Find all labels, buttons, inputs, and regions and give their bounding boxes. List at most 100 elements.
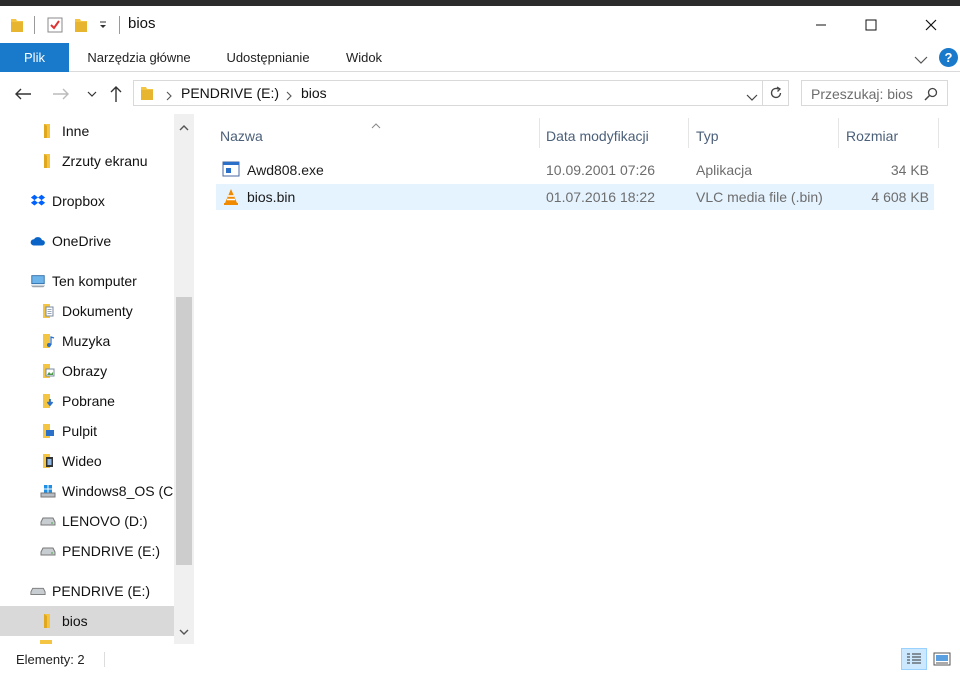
desktop-folder-icon: [40, 423, 56, 439]
back-arrow-icon[interactable]: [11, 82, 35, 106]
nav-item-label: Dropbox: [52, 193, 105, 209]
nav-item-downloads[interactable]: Pobrane: [0, 386, 174, 416]
nav-item-drive-c[interactable]: Windows8_OS (C: [0, 476, 174, 506]
column-header-size[interactable]: Rozmiar: [840, 118, 938, 154]
details-view-icon[interactable]: [901, 648, 927, 670]
nav-item-label: LENOVO (D:): [62, 513, 148, 529]
file-date: 10.09.2001 07:26: [546, 162, 655, 178]
scroll-up-icon[interactable]: [174, 117, 194, 137]
nav-item-videos[interactable]: Wideo: [0, 446, 174, 476]
folder-icon: [10, 15, 24, 35]
nav-item-label: Ten komputer: [52, 273, 137, 289]
nav-item-drive-d[interactable]: LENOVO (D:): [0, 506, 174, 536]
address-toolbar: PENDRIVE (E:) bios Przeszukaj: bios: [0, 72, 960, 114]
help-icon[interactable]: ?: [939, 48, 958, 67]
new-folder-icon[interactable]: [74, 15, 88, 35]
navigation-pane: Inne Zrzuty ekranu Dropbox OneDrive Ten …: [0, 114, 194, 644]
windows-drive-icon: [40, 483, 56, 499]
file-date: 01.07.2016 18:22: [546, 189, 655, 205]
breadcrumb-separator-icon[interactable]: [166, 88, 172, 104]
search-icon[interactable]: [924, 87, 938, 104]
dropbox-icon: [30, 193, 46, 209]
file-name[interactable]: bios.bin: [247, 189, 295, 205]
scroll-down-icon[interactable]: [174, 622, 194, 642]
nav-item-label: Obrazy: [62, 363, 108, 379]
nav-item-documents[interactable]: Dokumenty: [0, 296, 174, 326]
nav-item-pendrive-root[interactable]: PENDRIVE (E:): [0, 576, 174, 606]
close-icon[interactable]: [906, 6, 956, 43]
search-box[interactable]: Przeszukaj: bios: [801, 80, 948, 106]
address-bar[interactable]: PENDRIVE (E:) bios: [133, 80, 763, 106]
tab-view[interactable]: Widok: [336, 43, 392, 72]
large-icons-view-icon[interactable]: [929, 648, 955, 670]
expand-ribbon-chevron-icon[interactable]: [914, 52, 928, 68]
tab-share[interactable]: Udostępnianie: [218, 43, 318, 72]
breadcrumb-pendrive[interactable]: PENDRIVE (E:): [181, 85, 279, 101]
column-divider[interactable]: [938, 118, 939, 148]
table-row[interactable]: Awd808.exe 10.09.2001 07:26 Aplikacja 34…: [216, 157, 934, 183]
nav-item-label: bios: [62, 613, 88, 629]
file-list: Nazwa Data modyfikacji Typ Rozmiar Awd80…: [194, 114, 960, 644]
forward-arrow-icon[interactable]: [49, 82, 73, 106]
pictures-folder-icon: [40, 363, 56, 379]
music-folder-icon: [40, 333, 56, 349]
nav-item-this-pc[interactable]: Ten komputer: [0, 266, 174, 296]
computer-icon: [30, 273, 46, 289]
properties-icon[interactable]: [46, 15, 64, 35]
minimize-icon[interactable]: [796, 6, 846, 43]
tab-file[interactable]: Plik: [0, 43, 69, 72]
status-bar: Elementy: 2: [0, 644, 960, 673]
breadcrumb-bios[interactable]: bios: [301, 85, 327, 101]
column-divider[interactable]: [838, 118, 839, 148]
folder-icon: [40, 123, 56, 139]
search-input[interactable]: Przeszukaj: bios: [811, 86, 913, 102]
title-separator: [34, 16, 35, 34]
column-header-name[interactable]: Nazwa: [214, 118, 540, 154]
nav-item-bios[interactable]: bios: [0, 606, 174, 636]
nav-item-label: Dokumenty: [62, 303, 133, 319]
file-type: Aplikacja: [696, 162, 753, 178]
nav-item-label: Muzyka: [62, 333, 111, 349]
status-separator: [104, 652, 105, 667]
nav-item-pictures[interactable]: Obrazy: [0, 356, 174, 386]
nav-scrollbar[interactable]: [174, 114, 194, 644]
nav-item-screenshots[interactable]: Zrzuty ekranu: [0, 146, 174, 176]
nav-item-music[interactable]: Muzyka: [0, 326, 174, 356]
nav-item-label: PENDRIVE (E:): [62, 543, 161, 559]
nav-item-drive-e[interactable]: PENDRIVE (E:): [0, 536, 174, 566]
column-header-type[interactable]: Typ: [690, 118, 836, 154]
nav-item-label: Pulpit: [62, 423, 98, 439]
nav-item-desktop[interactable]: Pulpit: [0, 416, 174, 446]
window-title: bios: [128, 15, 156, 32]
cloud-icon: [30, 233, 46, 249]
file-type: VLC media file (.bin): [696, 189, 823, 205]
ribbon-tabs: Plik Narzędzia główne Udostępnianie Wido…: [0, 43, 960, 72]
title-separator: [119, 16, 120, 34]
downloads-folder-icon: [40, 393, 56, 409]
nav-item-label: Inne: [62, 123, 90, 139]
column-header-date[interactable]: Data modyfikacji: [540, 118, 688, 154]
file-name[interactable]: Awd808.exe: [247, 162, 324, 178]
column-divider[interactable]: [688, 118, 689, 148]
breadcrumb-separator-icon[interactable]: [286, 88, 292, 104]
nav-item-label: Zrzuty ekranu: [62, 153, 148, 169]
maximize-icon[interactable]: [846, 6, 896, 43]
exe-icon: [222, 161, 240, 179]
nav-item-label: Wideo: [62, 453, 102, 469]
recent-locations-chevron-icon[interactable]: [80, 82, 104, 106]
video-folder-icon: [40, 453, 56, 469]
vlc-icon: [222, 188, 240, 206]
nav-item-onedrive[interactable]: OneDrive: [0, 226, 174, 256]
file-size: 4 608 KB: [871, 189, 929, 205]
nav-item-inne[interactable]: Inne: [0, 116, 174, 146]
nav-item-label: Pobrane: [62, 393, 115, 409]
tab-home[interactable]: Narzędzia główne: [80, 43, 198, 72]
customize-toolbar-chevron-icon[interactable]: [98, 15, 108, 35]
refresh-icon[interactable]: [763, 80, 789, 106]
table-row[interactable]: bios.bin 01.07.2016 18:22 VLC media file…: [216, 184, 934, 210]
nav-item-dropbox[interactable]: Dropbox: [0, 186, 174, 216]
address-history-chevron-icon[interactable]: [746, 89, 758, 105]
drive-icon: [40, 543, 56, 559]
scrollbar-thumb[interactable]: [176, 297, 192, 565]
up-arrow-icon[interactable]: [104, 82, 128, 106]
